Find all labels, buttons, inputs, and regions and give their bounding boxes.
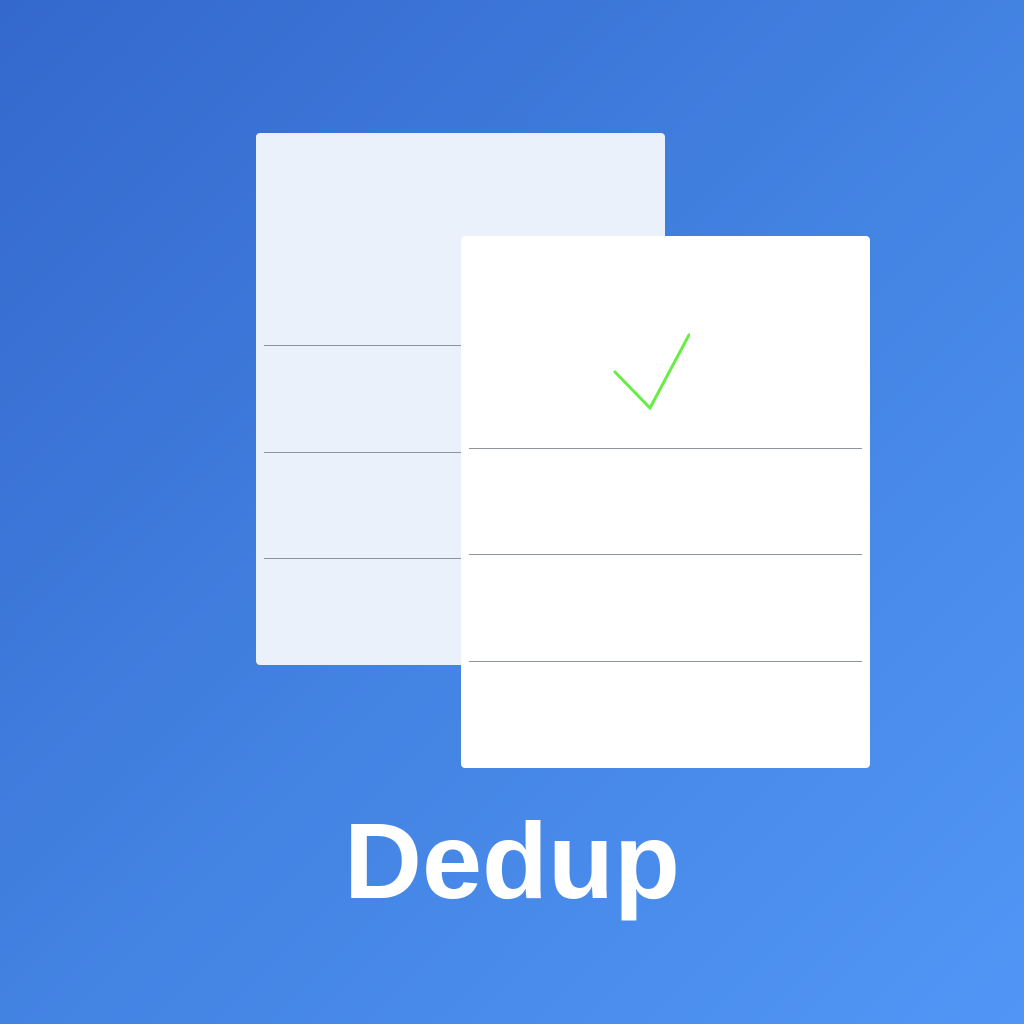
app-title: Dedup [344, 800, 680, 921]
back-document-rule [264, 452, 461, 453]
back-document-rule [264, 558, 461, 559]
back-document-rule [264, 345, 461, 346]
front-document-icon [461, 236, 870, 768]
app-icon-canvas: Dedup [0, 0, 1024, 1024]
front-document-rule [469, 661, 862, 662]
front-document-rule [469, 448, 862, 449]
front-document-rule [469, 554, 862, 555]
checkmark-icon [613, 333, 690, 411]
